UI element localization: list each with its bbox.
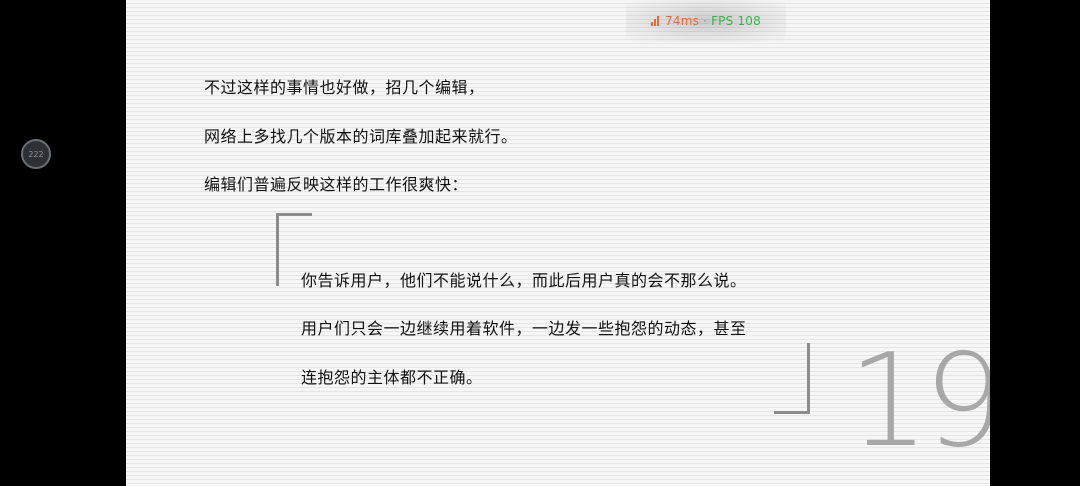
- screen: 222 74ms · FPS 108 不过这样的事情也好做，招几个编辑， 网络上…: [0, 0, 1080, 486]
- latency-value: 74ms: [665, 14, 700, 28]
- signal-bars-icon: [651, 16, 660, 26]
- quote-line-2: 用户们只会一边继续用着软件，一边发一些抱怨的动态，甚至: [301, 319, 747, 338]
- body-paragraph-1: 不过这样的事情也好做，招几个编辑，: [204, 78, 485, 97]
- fps-value: FPS 108: [711, 14, 761, 28]
- page-number: 19: [848, 327, 990, 476]
- quote-line-3: 连抱怨的主体都不正确。: [301, 368, 483, 387]
- presentation-slide[interactable]: 74ms · FPS 108 不过这样的事情也好做，招几个编辑， 网络上多找几个…: [126, 0, 990, 486]
- body-paragraph-3: 编辑们普遍反映这样的工作很爽快：: [204, 175, 469, 194]
- performance-overlay: 74ms · FPS 108: [626, 0, 786, 42]
- floating-button-label: 222: [28, 149, 44, 159]
- overlay-separator: ·: [703, 14, 708, 28]
- floating-assistive-button[interactable]: 222: [21, 139, 51, 169]
- body-paragraph-2: 网络上多找几个版本的词库叠加起来就行。: [204, 127, 518, 146]
- quote-line-1: 你告诉用户，他们不能说什么，而此后用户真的会不那么说。: [301, 271, 747, 290]
- quote-close-bracket: [774, 343, 810, 414]
